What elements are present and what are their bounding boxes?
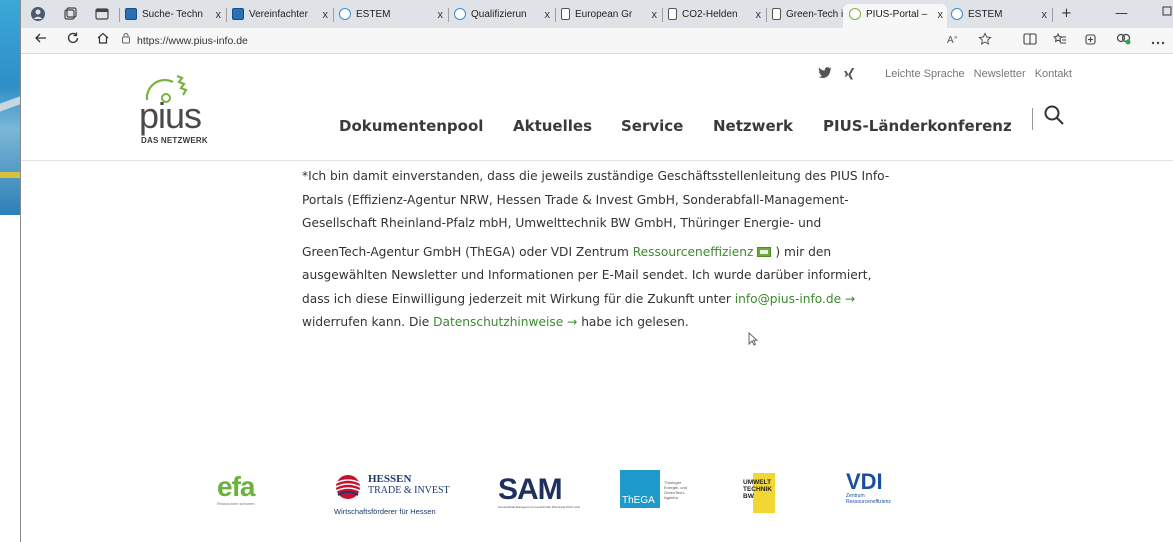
xing-icon[interactable] xyxy=(843,67,855,85)
favorites-icon[interactable] xyxy=(1051,32,1069,50)
twitter-icon[interactable] xyxy=(818,67,832,83)
tab-vereinfachter[interactable]: Vereinfachter x xyxy=(232,4,332,26)
nav-pius-laenderkonferenz[interactable]: PIUS-Länderkonferenz xyxy=(823,117,1012,135)
restore-button[interactable] xyxy=(1161,4,1173,24)
partner-logos: efa Ressourcen schonen HESSEN TRADE & IN… xyxy=(217,469,891,516)
tab-estem-2[interactable]: ESTEM x xyxy=(951,4,1051,26)
url-field[interactable]: https://www.pius-info.de xyxy=(137,32,248,50)
svg-text:»: » xyxy=(954,35,958,41)
logo-tagline: DAS NETZWERK xyxy=(141,136,208,145)
address-bar: https://www.pius-info.de A» xyxy=(21,28,1173,54)
close-tab-icon[interactable]: x xyxy=(756,4,762,26)
new-tab-button[interactable]: + xyxy=(1061,4,1072,24)
nav-divider xyxy=(1032,108,1033,130)
external-link-icon[interactable] xyxy=(757,247,772,257)
globe-favicon-icon xyxy=(339,8,351,21)
globe-favicon-icon xyxy=(454,8,466,21)
tab-co2-helden[interactable]: CO2-Helden x xyxy=(668,4,765,26)
tab-suche[interactable]: Suche- Techn x xyxy=(125,4,225,26)
search-icon[interactable] xyxy=(1043,104,1067,128)
consent-line: widerrufen kann. Die Datenschutzhinweise… xyxy=(302,315,689,329)
document-favicon-icon xyxy=(772,8,781,21)
consent-line: Portals (Effizienz-Agentur NRW, Hessen T… xyxy=(302,192,849,207)
consent-line: ausgewählten Newsletter und Informatione… xyxy=(302,268,872,282)
favorite-star-icon[interactable] xyxy=(976,32,994,50)
logo-wordmark: pius xyxy=(139,95,202,136)
document-favicon-icon xyxy=(561,8,570,21)
nav-netzwerk[interactable]: Netzwerk xyxy=(713,117,793,135)
minimize-button[interactable]: — xyxy=(1115,4,1128,24)
reload-icon[interactable] xyxy=(63,31,83,51)
link-email[interactable]: info@pius-info.de → xyxy=(735,292,855,306)
top-links: Leichte Sprache Newsletter Kontakt xyxy=(879,68,1072,80)
close-tab-icon[interactable]: x xyxy=(438,4,444,26)
link-datenschutzhinweise[interactable]: Datenschutzhinweise → xyxy=(433,315,577,329)
desktop-background xyxy=(0,0,20,215)
link-leichte-sprache[interactable]: Leichte Sprache xyxy=(885,68,965,80)
link-newsletter[interactable]: Newsletter xyxy=(974,68,1026,80)
close-tab-icon[interactable]: x xyxy=(652,4,658,26)
read-aloud-icon[interactable]: A» xyxy=(945,32,963,50)
consent-line: dass ich diese Einwilligung jederzeit mi… xyxy=(302,291,856,306)
close-tab-icon[interactable]: x xyxy=(323,4,329,26)
profile-icon[interactable] xyxy=(30,6,46,22)
svg-text:A: A xyxy=(947,35,954,45)
nav-aktuelles[interactable]: Aktuelles xyxy=(513,117,592,135)
consent-text: *Ich bin damit einverstanden, dass die j… xyxy=(302,165,942,335)
hessen-globe-icon xyxy=(335,475,361,499)
link-kontakt[interactable]: Kontakt xyxy=(1035,68,1072,80)
close-tab-icon[interactable]: x xyxy=(545,4,551,26)
back-icon[interactable] xyxy=(31,31,51,51)
blue-favicon-icon xyxy=(232,8,244,21)
pius-favicon-icon xyxy=(849,8,861,21)
close-tab-icon[interactable]: x xyxy=(938,4,944,26)
screen: Suche- Techn x Vereinfachter x ESTEM x Qual… xyxy=(0,0,1173,542)
more-menu-icon[interactable] xyxy=(1149,32,1167,50)
partner-vdi-logo[interactable]: VDI Zentrum Ressourceneffizienz xyxy=(846,471,891,506)
consent-line: *Ich bin damit einverstanden, dass die j… xyxy=(302,169,890,183)
mouse-cursor-icon xyxy=(748,331,759,350)
nav-dokumentenpool[interactable]: Dokumentenpool xyxy=(339,117,483,135)
globe-favicon-icon xyxy=(951,8,963,21)
partner-thega-logo[interactable]: ThEGA Thüringer Energie- und GreenTech- … xyxy=(620,470,687,508)
lock-icon[interactable] xyxy=(121,32,133,50)
extension-icon[interactable] xyxy=(1115,32,1133,50)
document-favicon-icon xyxy=(668,8,677,21)
close-tab-icon[interactable]: x xyxy=(216,4,222,26)
link-ressourceneffizienz[interactable]: Ressourceneffizienz xyxy=(633,245,754,259)
home-icon[interactable] xyxy=(93,31,113,51)
blue-favicon-icon xyxy=(125,8,137,21)
collections-icon[interactable] xyxy=(1081,32,1099,50)
consent-line: GreenTech-Agentur GmbH (ThEGA) oder VDI … xyxy=(302,244,832,259)
nav-service[interactable]: Service xyxy=(621,117,683,135)
pius-logo[interactable]: pius DAS NETZWERK xyxy=(139,70,229,148)
split-screen-icon[interactable] xyxy=(1021,32,1039,50)
tab-actions-icon[interactable] xyxy=(94,6,110,22)
workspaces-icon[interactable] xyxy=(62,6,78,22)
partner-sam-logo[interactable]: SAM Sonderabfall-Management-Gesellschaft… xyxy=(498,475,580,510)
tab-pius-portal[interactable]: PIUS-Portal – x xyxy=(843,4,947,28)
site-header: pius DAS NETZWERK Leichte Sprache Newsle… xyxy=(21,55,1173,161)
partner-efa-logo[interactable]: efa Ressourcen schonen xyxy=(217,473,255,507)
close-tab-icon[interactable]: x xyxy=(1042,4,1048,26)
tab-bar: Suche- Techn x Vereinfachter x ESTEM x Qual… xyxy=(21,0,1173,28)
browser-window: Suche- Techn x Vereinfachter x ESTEM x Qual… xyxy=(21,0,1173,542)
tab-estem[interactable]: ESTEM x xyxy=(339,4,447,26)
consent-line: Gesellschaft Rheinland-Pfalz mbH, Umwelt… xyxy=(302,216,822,230)
partner-umwelttechnik-logo[interactable]: UMWELT TECHNIK BW xyxy=(743,473,793,515)
tab-european[interactable]: European Gr x xyxy=(561,4,661,26)
tab-qualifizierung[interactable]: Qualifizierun x xyxy=(454,4,554,26)
